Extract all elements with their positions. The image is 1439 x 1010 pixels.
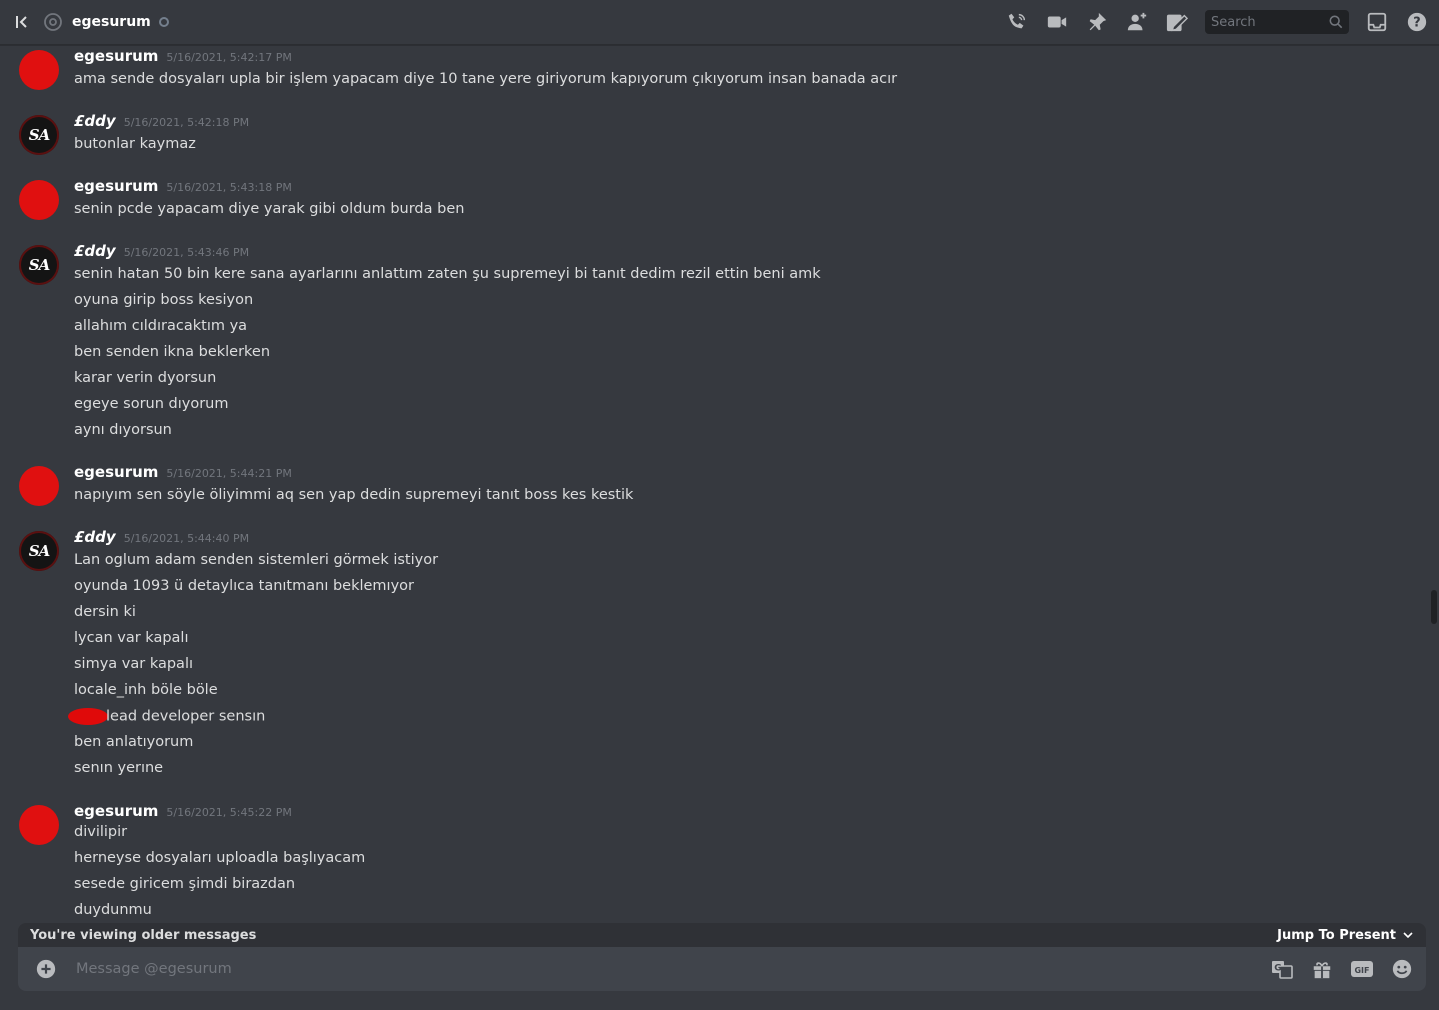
message-text: aynı dıyorsun xyxy=(74,422,172,438)
message-timestamp: 5/16/2021, 5:44:40 PM xyxy=(123,532,250,545)
inbox-icon[interactable] xyxy=(1365,10,1389,34)
redaction-mark xyxy=(68,708,108,725)
username[interactable]: £ddy xyxy=(74,528,116,546)
emoji-picker-icon[interactable] xyxy=(1390,957,1414,981)
message-timestamp: 5/16/2021, 5:44:21 PM xyxy=(166,467,292,480)
message-text: divilipir xyxy=(74,824,128,840)
message-text: lycan var kapalı xyxy=(74,630,189,646)
svg-text:?: ? xyxy=(1413,16,1420,31)
message-text: duydunmu xyxy=(74,902,152,918)
message-text: oyunda 1093 ü detaylıca tanıtmanı beklem… xyxy=(74,578,414,594)
jump-to-present-label: Jump To Present xyxy=(1277,927,1396,943)
offline-status-icon xyxy=(158,17,169,27)
username[interactable]: egesurum xyxy=(74,463,158,481)
avatar[interactable] xyxy=(19,805,59,845)
username[interactable]: £ddy xyxy=(74,242,116,260)
username[interactable]: egesurum xyxy=(74,802,158,820)
avatar[interactable] xyxy=(19,50,59,90)
message-timestamp: 5/16/2021, 5:45:22 PM xyxy=(166,806,292,819)
add-friends-to-dm-icon[interactable] xyxy=(1125,10,1149,34)
message-timestamp: 5/16/2021, 5:43:18 PM xyxy=(166,181,292,194)
edit-note-icon[interactable] xyxy=(1165,10,1189,34)
message-text: karar verin dyorsun xyxy=(74,370,217,386)
avatar[interactable] xyxy=(19,180,59,220)
message-input[interactable] xyxy=(74,960,1178,978)
avatar[interactable] xyxy=(19,466,59,506)
message-text-with-redaction: lead developer sensın xyxy=(68,708,266,725)
translate-icon[interactable]: G xyxy=(1270,957,1294,981)
dm-recipient-name: egesurum xyxy=(72,14,151,30)
older-messages-text: You're viewing older messages xyxy=(30,927,257,943)
message-text: simya var kapalı xyxy=(74,656,193,672)
avatar-logo-text: SA xyxy=(28,126,51,144)
search-placeholder: Search xyxy=(1211,14,1256,30)
message-text: oyuna girip boss kesiyon xyxy=(74,292,254,308)
at-sign-icon xyxy=(42,11,64,33)
message-text: butonlar kaymaz xyxy=(74,136,196,152)
message-composer: G GIF xyxy=(18,947,1426,991)
message-list[interactable]: egesurum 5/16/2021, 5:42:17 PM ama sende… xyxy=(0,45,1428,923)
start-video-call-icon[interactable] xyxy=(1045,10,1069,34)
upload-plus-icon[interactable] xyxy=(34,957,58,981)
jump-to-present-button[interactable]: Jump To Present xyxy=(1277,928,1414,943)
message-text: napıyım sen söyle öliyimmi aq sen yap de… xyxy=(74,487,634,503)
username[interactable]: £ddy xyxy=(74,112,116,130)
message-timestamp: 5/16/2021, 5:42:18 PM xyxy=(123,116,250,129)
message-timestamp: 5/16/2021, 5:42:17 PM xyxy=(166,51,292,64)
collapse-sidebar-icon[interactable] xyxy=(12,12,32,32)
scrollbar-thumb[interactable] xyxy=(1431,590,1437,624)
message-text: ben senden ikna beklerken xyxy=(74,344,271,360)
chevron-down-icon xyxy=(1402,929,1414,941)
avatar[interactable]: SA xyxy=(19,115,59,155)
start-voice-call-icon[interactable] xyxy=(1005,10,1029,34)
pinned-messages-icon[interactable] xyxy=(1085,10,1109,34)
avatar[interactable]: SA xyxy=(19,531,59,571)
gift-icon[interactable] xyxy=(1310,957,1334,981)
help-icon[interactable]: ? xyxy=(1405,10,1429,34)
message-text: senin hatan 50 bin kere sana ayarlarını … xyxy=(74,266,821,282)
search-icon xyxy=(1329,15,1343,29)
message-text: lead developer sensın xyxy=(106,708,266,725)
message-text: ben anlatıyorum xyxy=(74,734,194,750)
message-text: dersin ki xyxy=(74,604,136,620)
avatar[interactable]: SA xyxy=(19,245,59,285)
search-input[interactable]: Search xyxy=(1205,10,1349,34)
channel-header: egesurum Search ? xyxy=(0,0,1439,45)
message-text: ama sende dosyaları upla bir işlem yapac… xyxy=(74,71,898,87)
username[interactable]: egesurum xyxy=(74,177,158,195)
message-text: senın yerıne xyxy=(74,760,164,776)
scrollbar[interactable] xyxy=(1431,45,1437,923)
message-text: locale_inh böle böle xyxy=(74,682,218,698)
username[interactable]: egesurum xyxy=(74,47,158,65)
older-messages-bar: You're viewing older messages Jump To Pr… xyxy=(18,923,1426,947)
svg-text:G: G xyxy=(1274,964,1281,974)
message-text: Lan oglum adam senden sistemleri görmek … xyxy=(74,552,439,568)
svg-text:GIF: GIF xyxy=(1354,966,1369,975)
message-timestamp: 5/16/2021, 5:43:46 PM xyxy=(123,246,250,259)
message-text: allahım cıldıracaktım ya xyxy=(74,318,248,334)
gif-icon[interactable]: GIF xyxy=(1350,957,1374,981)
avatar-logo-text: SA xyxy=(28,256,51,274)
avatar-logo-text: SA xyxy=(28,542,51,560)
message-text: egeye sorun dıyorum xyxy=(74,396,229,412)
message-text: sesede giricem şimdi birazdan xyxy=(74,876,296,892)
message-text: herneyse dosyaları uploadla başlıyacam xyxy=(74,850,366,866)
message-text: senin pcde yapacam diye yarak gibi oldum… xyxy=(74,201,465,217)
